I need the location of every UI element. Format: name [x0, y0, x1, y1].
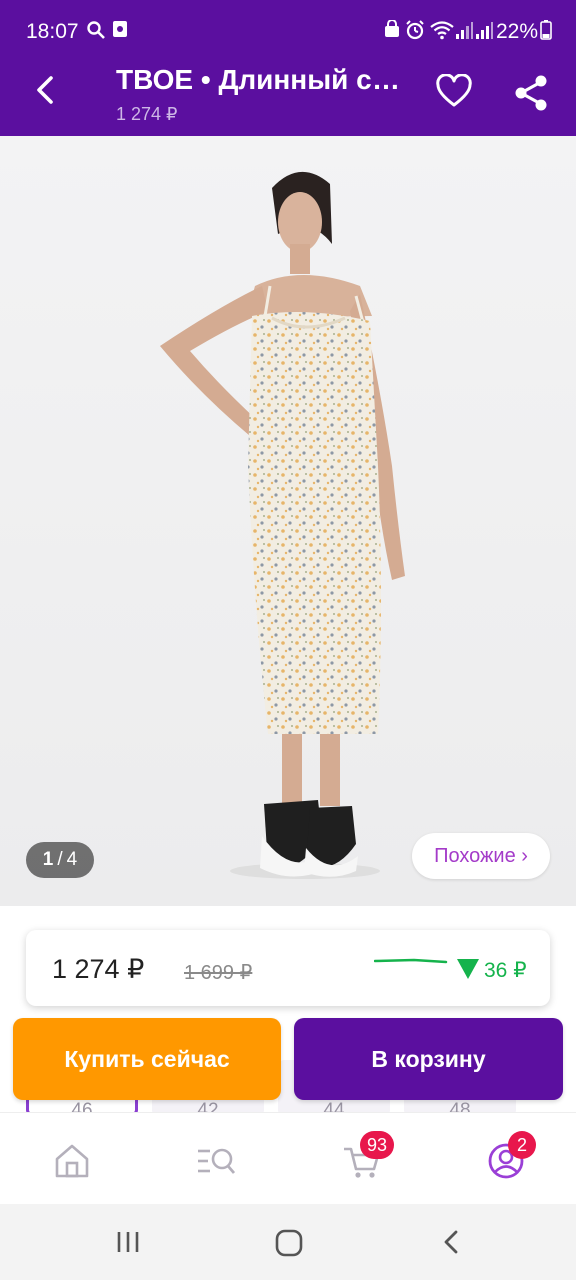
bottom-navigation: 93 2	[0, 1112, 576, 1204]
search-status-icon	[87, 21, 105, 39]
battery-icon	[540, 20, 552, 40]
current-price: 1 274 ₽	[52, 954, 145, 984]
gallery-separator: /	[57, 849, 63, 870]
status-bar: 18:07 22%	[0, 0, 576, 46]
gallery-current: 1	[42, 849, 54, 870]
product-photo[interactable]	[0, 136, 576, 906]
price-trend-line	[374, 958, 448, 964]
add-to-cart-button[interactable]: В корзину	[294, 1018, 563, 1100]
price-card[interactable]: 1 274 ₽ 1 699 ₽ 36 ₽	[26, 930, 550, 1006]
recent-apps-icon[interactable]	[114, 1228, 142, 1256]
price-down-icon	[457, 959, 479, 979]
product-screen: 18:07 22% ТВОЕ • Длинный сар 1 274 ₽ 1 /…	[0, 0, 576, 1280]
share-icon[interactable]	[512, 74, 550, 112]
profile-notification-badge: 2	[508, 1131, 536, 1159]
signal-icon	[456, 22, 473, 39]
buy-now-button[interactable]: Купить сейчас	[13, 1018, 281, 1100]
cart-count-badge: 93	[360, 1131, 394, 1159]
product-title: ТВОЕ • Длинный сарафан	[116, 64, 412, 95]
app-header: ТВОЕ • Длинный сарафан 1 274 ₽	[0, 46, 576, 136]
gallery-total: 4	[66, 849, 78, 870]
system-navigation-bar	[0, 1204, 576, 1280]
catalog-search-icon[interactable]	[196, 1141, 236, 1181]
header-price: 1 274 ₽	[116, 104, 178, 124]
home-icon[interactable]	[52, 1141, 92, 1181]
similar-products-button[interactable]: Похожие ›	[412, 833, 550, 879]
home-system-icon[interactable]	[274, 1228, 304, 1258]
price-drop-value: 36 ₽	[484, 959, 527, 982]
gallery-counter: 1 / 4	[26, 842, 94, 878]
battery-percent: 22%	[496, 20, 539, 43]
lock-status-icon	[385, 20, 399, 37]
wifi-icon	[430, 21, 454, 40]
favorite-heart-icon[interactable]	[436, 74, 472, 110]
back-system-icon[interactable]	[438, 1228, 466, 1256]
app-notification-icon	[113, 21, 127, 37]
old-price: 1 699 ₽	[184, 962, 253, 984]
product-image	[160, 171, 405, 879]
signal-2-icon	[476, 22, 493, 39]
alarm-icon	[406, 20, 424, 40]
back-arrow-icon[interactable]	[26, 70, 66, 110]
status-time: 18:07	[26, 20, 79, 43]
